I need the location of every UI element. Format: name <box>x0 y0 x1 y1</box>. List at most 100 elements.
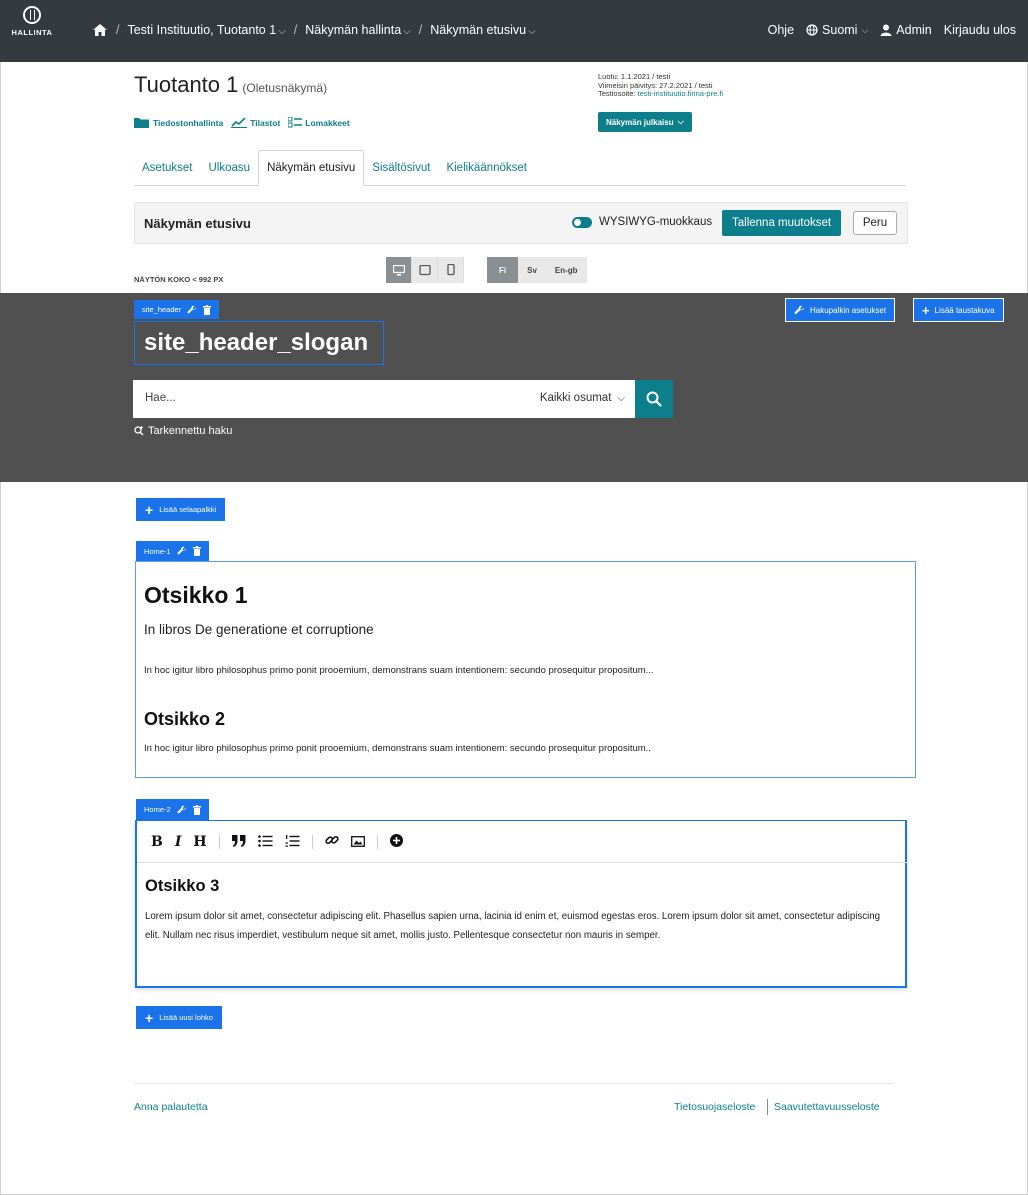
search-input[interactable]: Hae... <box>145 392 176 404</box>
site-header-tag-label: site_header <box>142 305 182 314</box>
language-selector[interactable]: Suomi ⌵ <box>806 23 868 37</box>
block2-paragraph: Lorem ipsum dolor sit amet, consectetur … <box>145 911 880 941</box>
tab-appearance[interactable]: Ulkoasu <box>201 151 259 185</box>
page-title: Tuotanto 1 (Oletusnäkymä) <box>134 72 327 98</box>
link-icon <box>324 835 339 845</box>
image-button[interactable] <box>350 834 365 850</box>
breadcrumb-separator: / <box>418 23 423 37</box>
search-scope-label: Kaikki osumat <box>539 392 612 404</box>
user-menu[interactable]: Admin <box>880 23 932 37</box>
top-navbar: HALLINTA / Testi Instituutio, Tuotanto 1… <box>0 0 1028 62</box>
logo-text: HALLINTA <box>11 28 53 37</box>
wrench-icon[interactable] <box>177 805 187 815</box>
quick-links: Tiedostonhallinta Tilastot Lomakkeet <box>134 117 350 128</box>
bullet-list-button[interactable] <box>257 834 273 850</box>
trash-icon[interactable] <box>203 304 212 315</box>
help-link[interactable]: Ohje <box>768 23 794 37</box>
toolbar-divider <box>311 834 313 849</box>
content-block-home-2-editor[interactable]: B I H Otsikko 3 Lorem ipsum dolor sit am… <box>135 820 907 988</box>
home-icon[interactable] <box>92 23 108 37</box>
content-block-home-1[interactable]: Otsikko 1 In libros De generatione et co… <box>135 561 916 778</box>
breadcrumb-view-frontpage[interactable]: Näkymän etusivu ⌵ <box>430 23 535 37</box>
bullet-list-icon <box>257 834 273 847</box>
add-new-block-button[interactable]: + Lisää uusi lohko <box>136 1006 222 1029</box>
cancel-button[interactable]: Peru <box>853 211 897 235</box>
plus-icon: + <box>145 1009 154 1026</box>
statistics-link[interactable]: Tilastot <box>231 117 280 128</box>
wrench-icon[interactable] <box>177 546 187 556</box>
viewport-size-label: NÄYTÖN KOKO < 992 PX <box>134 275 224 284</box>
tab-settings[interactable]: Asetukset <box>134 151 201 185</box>
search-bar: Hae... Kaikki osumat ⌵ <box>133 380 635 418</box>
language-sv-button[interactable]: Sv <box>518 257 546 283</box>
test-address-label: Testiosoite: <box>598 89 636 98</box>
trash-icon[interactable] <box>192 804 201 815</box>
file-management-link[interactable]: Tiedostonhallinta <box>134 117 223 128</box>
wrench-icon[interactable] <box>187 305 197 315</box>
italic-button[interactable]: I <box>175 834 182 850</box>
image-icon <box>350 835 365 847</box>
publish-dropdown-button[interactable]: Näkymän julkaisu ⌵ <box>598 112 692 132</box>
chevron-down-icon: ⌵ <box>528 26 536 37</box>
forms-link[interactable]: Lomakkeet <box>288 117 350 128</box>
language-switcher: Fi Sv En-gb <box>487 257 587 283</box>
block1-paragraph-1: In hoc igitur libro philosophus primo po… <box>144 665 654 676</box>
logout-link[interactable]: Kirjaudu ulos <box>944 23 1016 37</box>
add-browse-bar-label: Lisää selaapalkki <box>159 505 217 514</box>
site-header-slogan[interactable]: site_header_slogan <box>134 321 384 365</box>
breadcrumb-separator: / <box>116 23 120 37</box>
tab-content-pages[interactable]: Sisältösivut <box>364 151 438 185</box>
quote-icon <box>231 834 246 847</box>
chevron-down-icon: ⌵ <box>617 392 625 404</box>
wrench-icon <box>794 305 804 314</box>
tablet-view-button[interactable] <box>412 257 438 283</box>
search-scope-select[interactable]: Kaikki osumat ⌵ <box>540 392 625 404</box>
view-default-label: (Oletusnäkymä) <box>242 81 328 95</box>
save-button[interactable]: Tallenna muutokset <box>722 210 842 236</box>
accessibility-statement-link[interactable]: Saavutettavuusseloste <box>774 1101 880 1113</box>
language-en-gb-button[interactable]: En-gb <box>545 257 587 283</box>
trash-icon[interactable] <box>192 546 201 556</box>
numbered-list-button[interactable] <box>285 834 300 850</box>
test-address-link[interactable]: testi-instituutio.finna-pre.fi <box>638 89 723 98</box>
chevron-down-icon: ⌵ <box>278 26 286 37</box>
search-bar-settings-button[interactable]: Hakupalkin asetukset <box>785 298 896 322</box>
heading-button[interactable]: H <box>193 834 206 850</box>
mobile-view-button[interactable] <box>438 257 464 283</box>
bold-button[interactable]: B <box>151 834 163 850</box>
test-address: Testiosoite: testi-instituutio.finna-pre… <box>598 89 723 99</box>
tab-translations[interactable]: Kielikäännökset <box>438 151 535 185</box>
view-name: Tuotanto 1 <box>134 72 239 97</box>
hallinta-logo[interactable]: HALLINTA <box>8 6 56 54</box>
breadcrumb-view-management-label: Näkymän hallinta <box>305 23 402 37</box>
quote-button[interactable] <box>231 834 246 850</box>
plus-icon: + <box>922 302 930 318</box>
breadcrumb-view-management[interactable]: Näkymän hallinta ⌵ <box>305 23 410 37</box>
add-background-image-button[interactable]: + Lisää taustakuva <box>913 298 1004 322</box>
chevron-down-icon: ⌵ <box>677 117 684 126</box>
advanced-search-link[interactable]: Tarkennettu haku <box>134 425 232 437</box>
link-button[interactable] <box>324 833 339 850</box>
breadcrumb: / Testi Instituutio, Tuotanto 1 ⌵ / Näkym… <box>92 23 536 37</box>
search-button[interactable] <box>635 380 673 418</box>
breadcrumb-institution[interactable]: Testi Instituutio, Tuotanto 1 ⌵ <box>127 23 285 37</box>
block1-paragraph-2: In hoc igitur libro philosophus primo po… <box>144 743 651 754</box>
add-browse-bar-button[interactable]: + Lisää selaapalkki <box>136 498 226 521</box>
wysiwyg-toggle[interactable]: WYSIWYG-muokkaus <box>572 216 712 228</box>
add-element-button[interactable] <box>389 833 403 850</box>
statistics-label: Tilastot <box>250 117 281 128</box>
feedback-link[interactable]: Anna palautetta <box>134 1101 208 1113</box>
privacy-policy-link[interactable]: Tietosuojaseloste <box>674 1101 755 1113</box>
language-label: Suomi <box>822 23 858 37</box>
footer-divider <box>134 1083 894 1084</box>
block1-heading-2: Otsikko 2 <box>144 709 226 729</box>
desktop-view-button[interactable] <box>386 257 412 283</box>
block2-tag-label: Home-2 <box>144 805 171 814</box>
view-metadata: Luotu: 1.1.2021 / testi Viimeisin päivit… <box>598 72 723 99</box>
chevron-down-icon: ⌵ <box>861 24 869 35</box>
tab-frontpage[interactable]: Näkymän etusivu <box>258 150 365 186</box>
file-management-label: Tiedostonhallinta <box>153 117 224 128</box>
user-label: Admin <box>896 23 932 37</box>
language-fi-button[interactable]: Fi <box>487 257 519 283</box>
editor-toolbar: B I H <box>137 821 907 863</box>
